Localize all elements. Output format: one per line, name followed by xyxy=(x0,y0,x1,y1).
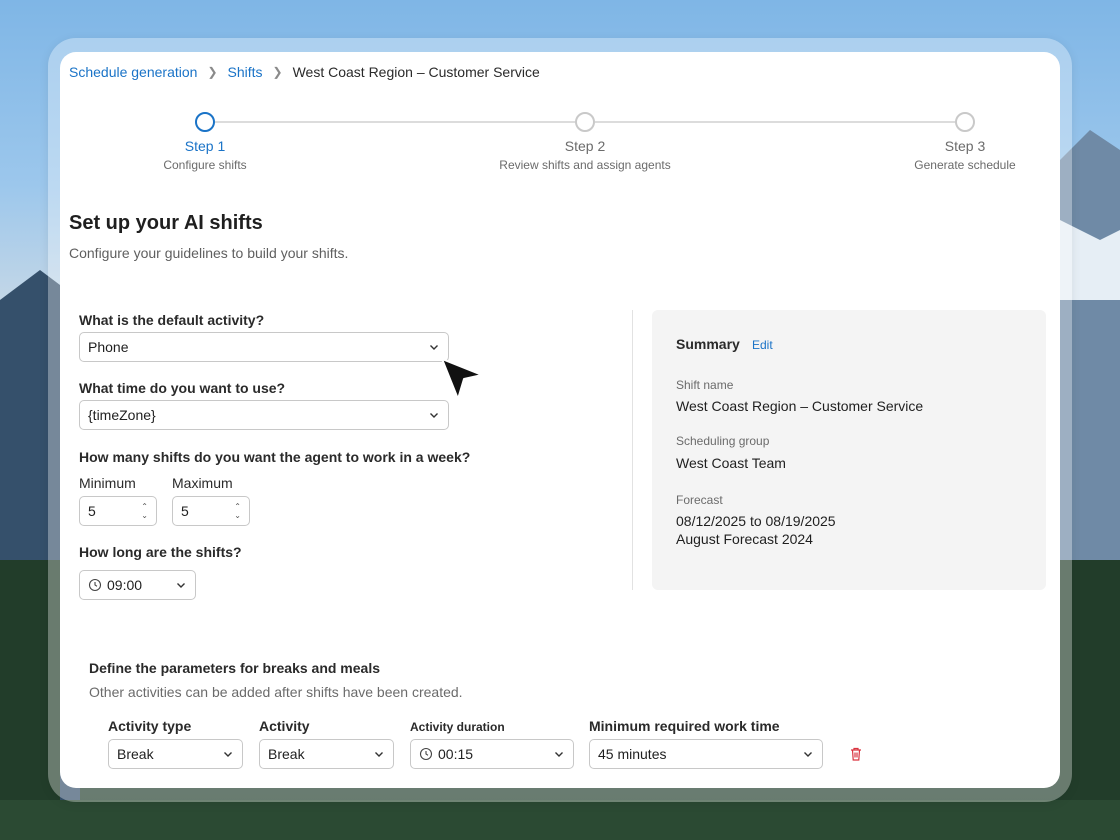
shift-name-label: Shift name xyxy=(676,378,734,392)
minimum-shifts-stepper[interactable]: 5 ⌃ ⌄ xyxy=(79,496,157,526)
minimum-work-time-select[interactable]: 45 minutes xyxy=(589,739,823,769)
chevron-down-icon xyxy=(224,752,232,757)
forecast-dates: 08/12/2025 to 08/19/2025 xyxy=(676,513,836,529)
summary-panel: Summary Edit Shift name West Coast Regio… xyxy=(652,310,1046,590)
maximum-label: Maximum xyxy=(172,475,233,491)
trash-icon[interactable] xyxy=(848,746,864,762)
chevron-down-icon xyxy=(177,583,185,588)
main-card: Schedule generation ❯ Shifts ❯ West Coas… xyxy=(60,52,1060,788)
activity-header: Activity xyxy=(259,718,310,734)
mouse-pointer-icon xyxy=(441,358,483,400)
page-title: Set up your AI shifts xyxy=(69,212,263,234)
breaks-section-subtitle: Other activities can be added after shif… xyxy=(89,684,463,700)
chevron-right-icon: ❯ xyxy=(207,65,218,79)
summary-heading: Summary xyxy=(676,336,740,352)
activity-select[interactable]: Break xyxy=(259,739,394,769)
time-zone-value: {timeZone} xyxy=(88,407,156,423)
step-1-subtitle: Configure shifts xyxy=(163,158,247,172)
step-3-subtitle: Generate schedule xyxy=(914,158,1016,172)
activity-type-value: Break xyxy=(117,746,154,762)
chevron-down-icon xyxy=(804,752,812,757)
chevron-down-icon xyxy=(375,752,383,757)
time-zone-question: What time do you want to use? xyxy=(79,380,286,396)
page-subtitle: Configure your guidelines to build your … xyxy=(69,245,349,261)
maximum-shifts-value: 5 xyxy=(181,503,189,519)
shift-length-value: 09:00 xyxy=(107,577,143,593)
chevron-down-icon xyxy=(430,345,438,350)
scheduling-group-label: Scheduling group xyxy=(676,434,770,448)
spinner-arrows-icon[interactable]: ⌃ ⌄ xyxy=(234,497,241,525)
shifts-per-week-question: How many shifts do you want the agent to… xyxy=(79,449,471,465)
spinner-arrows-icon[interactable]: ⌃ ⌄ xyxy=(141,497,148,525)
chevron-right-icon: ❯ xyxy=(272,65,283,79)
activity-value: Break xyxy=(268,746,305,762)
activity-duration-select[interactable]: 00:15 xyxy=(410,739,574,769)
step-2-indicator[interactable] xyxy=(575,112,595,132)
vertical-divider xyxy=(632,310,633,590)
time-zone-select[interactable]: {timeZone} xyxy=(79,400,449,430)
breadcrumb-schedule-generation[interactable]: Schedule generation xyxy=(69,64,197,80)
clock-icon xyxy=(419,747,433,761)
shift-length-select[interactable]: 09:00 xyxy=(79,570,196,600)
step-connector xyxy=(595,121,965,123)
minimum-label: Minimum xyxy=(79,475,136,491)
summary-edit-link[interactable]: Edit xyxy=(752,338,773,352)
forecast-label: Forecast xyxy=(676,493,723,507)
forecast-name: August Forecast 2024 xyxy=(676,531,813,547)
activity-duration-header: Activity duration xyxy=(410,720,505,734)
clock-icon xyxy=(88,578,102,592)
shift-length-question: How long are the shifts? xyxy=(79,544,242,560)
scheduling-group-value: West Coast Team xyxy=(676,455,786,471)
step-2-title: Step 2 xyxy=(564,138,606,154)
breadcrumb-current: West Coast Region – Customer Service xyxy=(292,64,540,80)
activity-type-header: Activity type xyxy=(108,718,192,734)
default-activity-value: Phone xyxy=(88,339,129,355)
default-activity-question: What is the default activity? xyxy=(79,312,265,328)
step-2-subtitle: Review shifts and assign agents xyxy=(499,158,671,172)
step-connector xyxy=(215,121,585,123)
chevron-down-icon xyxy=(555,752,563,757)
minimum-work-time-header: Minimum required work time xyxy=(589,718,780,734)
step-3-indicator[interactable] xyxy=(955,112,975,132)
minimum-work-time-value: 45 minutes xyxy=(598,746,667,762)
stepper: Step 1 Configure shifts Step 2 Review sh… xyxy=(60,112,1060,182)
step-3-title: Step 3 xyxy=(944,138,986,154)
breadcrumb: Schedule generation ❯ Shifts ❯ West Coas… xyxy=(69,64,540,80)
step-1-title: Step 1 xyxy=(184,138,226,154)
shift-name-value: West Coast Region – Customer Service xyxy=(676,398,924,414)
chevron-down-icon xyxy=(430,413,438,418)
breadcrumb-shifts[interactable]: Shifts xyxy=(228,64,263,80)
default-activity-select[interactable]: Phone xyxy=(79,332,449,362)
breaks-section-title: Define the parameters for breaks and mea… xyxy=(89,660,381,676)
minimum-shifts-value: 5 xyxy=(88,503,96,519)
step-1-indicator[interactable] xyxy=(195,112,215,132)
activity-duration-value: 00:15 xyxy=(438,746,474,762)
activity-type-select[interactable]: Break xyxy=(108,739,243,769)
maximum-shifts-stepper[interactable]: 5 ⌃ ⌄ xyxy=(172,496,250,526)
